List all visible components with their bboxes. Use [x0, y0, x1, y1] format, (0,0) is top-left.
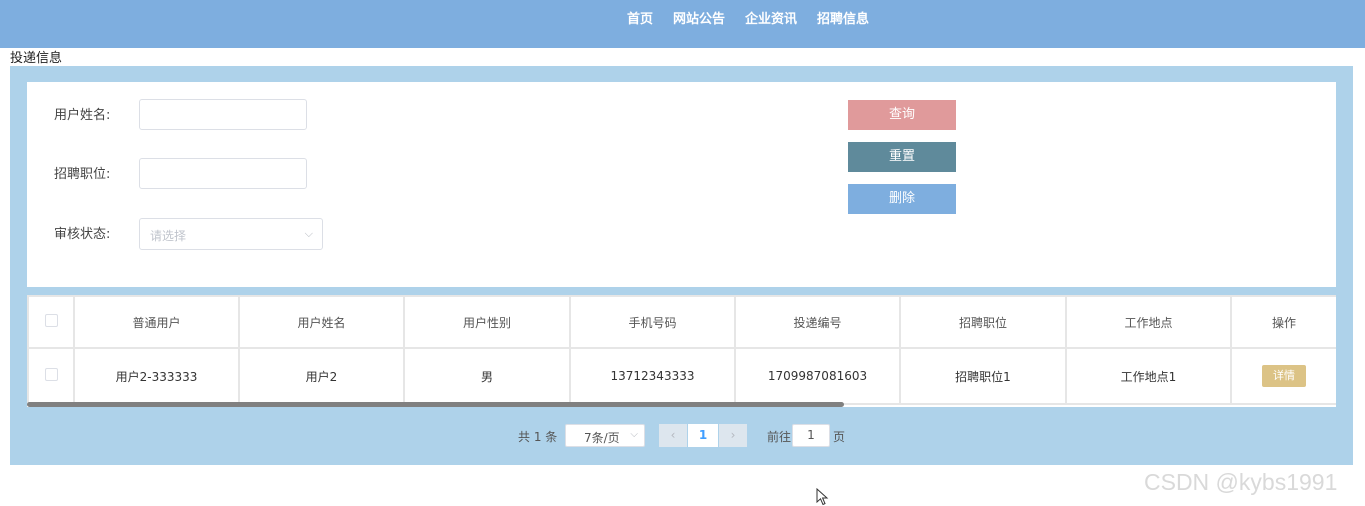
- pagination: 共 1 条 7条/页 ⌵ ‹ 1 › 前往 1 页: [10, 423, 1353, 447]
- detail-button[interactable]: 详情: [1262, 365, 1306, 387]
- cell-position: 招聘职位1: [899, 347, 1067, 405]
- row-checkbox[interactable]: [44, 368, 58, 381]
- table-header-row: 普通用户 用户姓名 用户性别 手机号码 投递编号 招聘职位 工作地点 操作: [27, 295, 1336, 349]
- cell-delivery-no: 1709987081603: [734, 347, 901, 405]
- chevron-right-icon: ›: [730, 428, 736, 442]
- search-form: 用户姓名: 招聘职位: 审核状态: 请选择 ⌵ 查询 重置 删除: [27, 82, 1336, 287]
- status-label: 审核状态:: [54, 227, 111, 242]
- cell-name: 用户2: [238, 347, 405, 405]
- cell-location: 工作地点1: [1065, 347, 1232, 405]
- column-header: 手机号码: [569, 295, 736, 349]
- top-nav-bar: 首页 网站公告 企业资讯 招聘信息: [0, 0, 1365, 48]
- cell-phone: 13712343333: [569, 347, 736, 405]
- page-suffix: 页: [833, 430, 846, 444]
- delivery-table: 普通用户 用户姓名 用户性别 手机号码 投递编号 招聘职位 工作地点 操作 用户…: [27, 295, 1336, 407]
- nav-item-company-news[interactable]: 企业资讯: [745, 8, 797, 27]
- page-size-value: 7条/页: [584, 431, 620, 445]
- column-header: 普通用户: [73, 295, 240, 349]
- status-select-placeholder: 请选择: [150, 229, 187, 243]
- content-panel: 用户姓名: 招聘职位: 审核状态: 请选择 ⌵ 查询 重置 删除 普通用户 用户…: [10, 66, 1353, 465]
- select-all-checkbox[interactable]: [44, 314, 58, 327]
- page-number-button[interactable]: 1: [688, 424, 718, 447]
- column-header: 用户性别: [403, 295, 571, 349]
- main-nav: 首页 网站公告 企业资讯 招聘信息: [627, 8, 869, 27]
- watermark: CSDN @kybs1991: [1144, 469, 1338, 495]
- page-title: 投递信息: [10, 51, 63, 66]
- nav-item-announcements[interactable]: 网站公告: [673, 8, 725, 27]
- mouse-cursor-icon: [816, 488, 829, 506]
- pagination-total: 共 1 条: [518, 430, 558, 444]
- column-header: 招聘职位: [899, 295, 1067, 349]
- column-header: 用户姓名: [238, 295, 405, 349]
- position-label: 招聘职位:: [54, 167, 111, 182]
- next-page-button[interactable]: ›: [719, 424, 747, 447]
- cell-account: 用户2-333333: [73, 347, 240, 405]
- chevron-left-icon: ‹: [670, 428, 676, 442]
- prev-page-button[interactable]: ‹: [659, 424, 687, 447]
- nav-item-job-listings[interactable]: 招聘信息: [817, 8, 869, 27]
- cell-gender: 男: [403, 347, 571, 405]
- chevron-down-icon: ⌵: [630, 429, 638, 440]
- cell-actions: 详情: [1230, 347, 1336, 405]
- username-label: 用户姓名:: [54, 108, 111, 123]
- page-size-select[interactable]: 7条/页 ⌵: [565, 424, 645, 447]
- nav-item-home[interactable]: 首页: [627, 8, 653, 27]
- table-row: 用户2-333333 用户2 男 13712343333 17099870816…: [27, 347, 1336, 405]
- position-input[interactable]: [139, 158, 307, 189]
- column-header: 工作地点: [1065, 295, 1232, 349]
- horizontal-scrollbar[interactable]: [27, 402, 844, 407]
- delete-button[interactable]: 删除: [848, 184, 956, 214]
- reset-button[interactable]: 重置: [848, 142, 956, 172]
- status-select[interactable]: 请选择 ⌵: [139, 218, 323, 250]
- column-header: 操作: [1230, 295, 1336, 349]
- row-select-cell: [27, 347, 75, 405]
- query-button[interactable]: 查询: [848, 100, 956, 130]
- goto-page-input[interactable]: 1: [792, 424, 830, 447]
- chevron-down-icon: ⌵: [304, 227, 313, 240]
- goto-label: 前往: [767, 430, 792, 444]
- column-header: 投递编号: [734, 295, 901, 349]
- select-all-cell: [27, 295, 75, 349]
- username-input[interactable]: [139, 99, 307, 130]
